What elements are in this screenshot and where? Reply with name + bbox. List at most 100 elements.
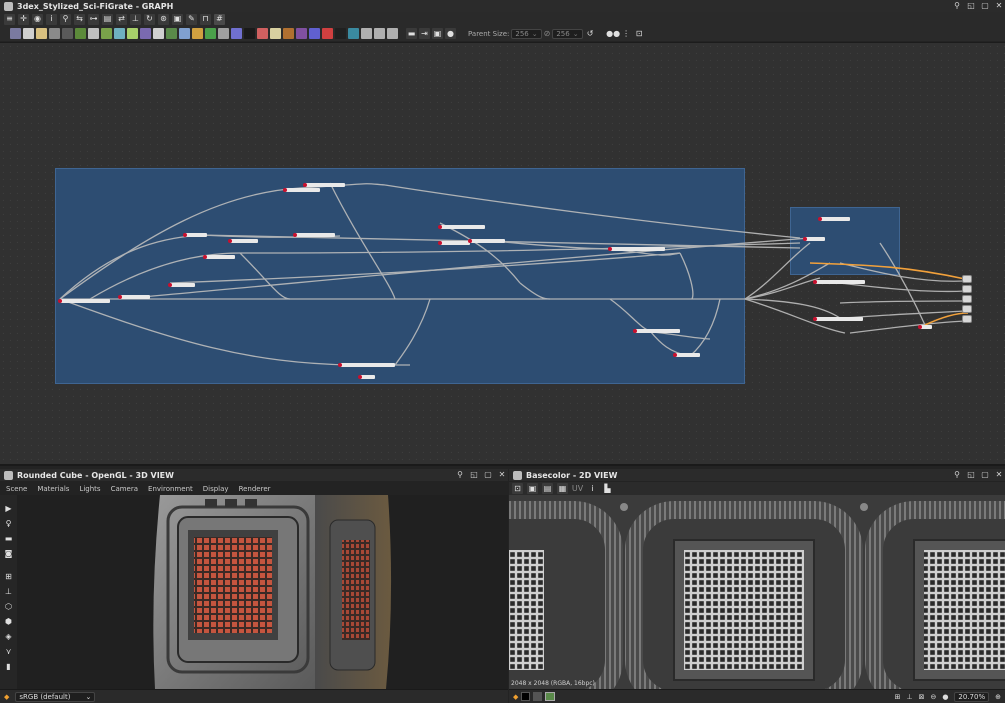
- node-icon[interactable]: ⊛: [158, 13, 169, 25]
- atomic-node-icon[interactable]: [335, 28, 346, 39]
- graph-vertical-icon[interactable]: ⋮: [621, 28, 632, 39]
- graph-output-node[interactable]: [962, 275, 972, 283]
- graph-node[interactable]: [438, 241, 470, 245]
- menu-lights[interactable]: Lights: [79, 485, 100, 493]
- graph-node[interactable]: [608, 247, 665, 251]
- graph-node[interactable]: [358, 375, 375, 379]
- align-icon[interactable]: ⊥: [130, 13, 141, 25]
- atomic-node-icon[interactable]: [166, 28, 177, 39]
- atomic-node-icon[interactable]: [192, 28, 203, 39]
- graph-node[interactable]: [183, 233, 207, 237]
- parent-size-height-select[interactable]: 256 ⌄: [552, 28, 583, 39]
- graph-node[interactable]: [58, 299, 110, 303]
- float-icon[interactable]: ◱: [967, 2, 975, 10]
- atomic-node-icon[interactable]: [205, 28, 216, 39]
- atomic-node-icon[interactable]: [257, 28, 268, 39]
- close-icon[interactable]: ✕: [498, 471, 506, 479]
- link-size-icon[interactable]: ⊘: [544, 29, 551, 38]
- graph-node[interactable]: [813, 317, 863, 321]
- pin-node-icon[interactable]: ⇥: [419, 28, 430, 39]
- graph-output-node[interactable]: [962, 305, 972, 313]
- zoom-dot-icon[interactable]: ●: [942, 693, 948, 701]
- maximize-icon[interactable]: ▢: [484, 471, 492, 479]
- zoom-out-icon[interactable]: ⊖: [930, 693, 936, 701]
- pin-icon[interactable]: ⚲: [953, 2, 961, 10]
- fit-view-icon[interactable]: ⊡: [512, 483, 523, 494]
- atomic-node-icon[interactable]: [309, 28, 320, 39]
- view2d-viewport[interactable]: 2048 x 2048 (RGBA, 16bpc): [509, 495, 1005, 689]
- grid-icon[interactable]: ⊞: [895, 693, 901, 701]
- graph-node[interactable]: [633, 329, 680, 333]
- black-swatch[interactable]: [521, 692, 531, 701]
- menu-scene[interactable]: Scene: [6, 485, 27, 493]
- pin-icon[interactable]: ⚲: [953, 471, 961, 479]
- graph-node[interactable]: [673, 353, 700, 357]
- graph-node[interactable]: [283, 188, 320, 192]
- maximize-icon[interactable]: ▢: [981, 471, 989, 479]
- graph-node[interactable]: [468, 239, 505, 243]
- atomic-node-icon[interactable]: [127, 28, 138, 39]
- graph-connect-icon[interactable]: ●●: [606, 28, 620, 39]
- atomic-node-icon[interactable]: [114, 28, 125, 39]
- reset-icon[interactable]: ↺: [585, 28, 596, 39]
- atomic-node-icon[interactable]: [179, 28, 190, 39]
- menu-display[interactable]: Display: [203, 485, 229, 493]
- link-icon[interactable]: ⇆: [74, 13, 85, 25]
- graph-node[interactable]: [803, 237, 825, 241]
- zoom-in-icon[interactable]: ⊕: [995, 693, 1001, 701]
- atomic-node-icon[interactable]: [244, 28, 255, 39]
- atomic-node-icon[interactable]: [140, 28, 151, 39]
- atomic-node-icon[interactable]: [387, 28, 398, 39]
- camera-icon[interactable]: ◉: [32, 13, 43, 25]
- graph-output-node[interactable]: [962, 285, 972, 293]
- graph-node[interactable]: [203, 255, 235, 259]
- graph-node[interactable]: [338, 363, 395, 367]
- float-icon[interactable]: ◱: [470, 471, 478, 479]
- copy-icon[interactable]: ▤: [542, 483, 553, 494]
- atomic-node-icon[interactable]: [75, 28, 86, 39]
- menu-renderer[interactable]: Renderer: [239, 485, 271, 493]
- pin-icon[interactable]: ⚲: [456, 471, 464, 479]
- info-icon[interactable]: i: [587, 483, 598, 494]
- zoom-field[interactable]: 20.70%: [954, 691, 990, 702]
- atomic-node-icon[interactable]: [23, 28, 34, 39]
- graph-node[interactable]: [818, 217, 850, 221]
- frame-node-icon[interactable]: ▣: [432, 28, 443, 39]
- graph-node[interactable]: [168, 283, 195, 287]
- maximize-icon[interactable]: ▢: [981, 2, 989, 10]
- connect-icon[interactable]: ⇄: [116, 13, 127, 25]
- atomic-node-icon[interactable]: [218, 28, 229, 39]
- graph-node[interactable]: [303, 183, 345, 187]
- gray-swatch[interactable]: [533, 692, 543, 701]
- graph-node[interactable]: [228, 239, 258, 243]
- frame-icon[interactable]: ▣: [172, 13, 183, 25]
- atomic-node-icon[interactable]: [49, 28, 60, 39]
- atomic-node-icon[interactable]: [88, 28, 99, 39]
- atomic-node-icon[interactable]: [231, 28, 242, 39]
- atomic-node-icon[interactable]: [361, 28, 372, 39]
- graph-menu-icon[interactable]: ≡: [4, 13, 15, 25]
- distribute-icon[interactable]: ⊓: [200, 13, 211, 25]
- menu-environment[interactable]: Environment: [148, 485, 193, 493]
- atomic-node-icon[interactable]: [101, 28, 112, 39]
- comment-icon[interactable]: ✎: [186, 13, 197, 25]
- select-icon[interactable]: ✛: [18, 13, 29, 25]
- grid-snap-icon[interactable]: #: [214, 13, 225, 25]
- uv-overlay-icon[interactable]: UV: [572, 483, 583, 494]
- rotate-icon[interactable]: ↻: [144, 13, 155, 25]
- atomic-node-icon[interactable]: [283, 28, 294, 39]
- graph-node[interactable]: [918, 325, 932, 329]
- atomic-node-icon[interactable]: [296, 28, 307, 39]
- atomic-node-icon[interactable]: [62, 28, 73, 39]
- pick-icon[interactable]: ⊥: [906, 693, 912, 701]
- checker-icon[interactable]: ▦: [557, 483, 568, 494]
- atomic-node-icon[interactable]: [36, 28, 47, 39]
- menu-materials[interactable]: Materials: [37, 485, 69, 493]
- graph-node[interactable]: [118, 295, 150, 299]
- parent-size-width-select[interactable]: 256 ⌄: [511, 28, 542, 39]
- save-icon[interactable]: ▣: [527, 483, 538, 494]
- layout-icon[interactable]: ▤: [102, 13, 113, 25]
- share-icon[interactable]: ⊶: [88, 13, 99, 25]
- atomic-node-icon[interactable]: [322, 28, 333, 39]
- comment-icon[interactable]: ▬: [406, 28, 417, 39]
